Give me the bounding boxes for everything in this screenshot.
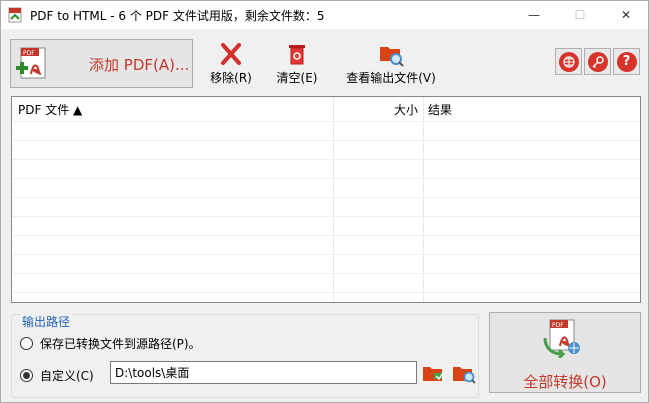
- title-bar: PDF to HTML - 6 个 PDF 文件试用版，剩余文件数：5 — ☐ …: [1, 1, 648, 29]
- row-divider: [12, 159, 640, 160]
- view-output-button[interactable]: 查看输出文件(V): [339, 41, 443, 86]
- add-pdf-button[interactable]: PDF 添加 PDF(A)...: [10, 39, 193, 88]
- remove-button[interactable]: 移除(R): [206, 41, 256, 86]
- help-icon: ?: [616, 51, 637, 72]
- row-divider: [12, 254, 640, 255]
- folder-search-icon: [380, 47, 404, 67]
- help-button[interactable]: ?: [613, 48, 640, 75]
- clear-button[interactable]: 清空(E): [272, 41, 322, 86]
- maximize-button[interactable]: ☐: [557, 1, 603, 29]
- custom-path-option[interactable]: 自定义(C): [20, 367, 94, 384]
- output-path-group: 输出路径 保存已转换文件到源路径(P)。 自定义(C): [11, 313, 479, 398]
- source-path-radio[interactable]: [20, 337, 33, 350]
- column-header-result[interactable]: 结果: [428, 101, 452, 118]
- column-header-size[interactable]: 大小: [334, 101, 418, 118]
- convert-all-button[interactable]: PDF 全部转换(O): [489, 312, 641, 393]
- minimize-button[interactable]: —: [511, 1, 557, 29]
- svg-text:PDF: PDF: [23, 50, 35, 57]
- row-divider: [12, 121, 640, 122]
- view-output-label: 查看输出文件(V): [346, 71, 436, 85]
- source-path-label: 保存已转换文件到源路径(P)。: [40, 337, 201, 351]
- maximize-icon: ☐: [574, 8, 586, 22]
- column-divider: [333, 97, 334, 302]
- remove-x-icon: [221, 43, 241, 65]
- globe-icon: [558, 51, 579, 72]
- trash-icon: [289, 45, 305, 65]
- svg-text:PDF: PDF: [552, 322, 564, 329]
- clear-label: 清空(E): [276, 71, 318, 85]
- folder-open-icon[interactable]: [452, 362, 476, 384]
- folder-browse-icon[interactable]: [422, 362, 446, 384]
- custom-path-input[interactable]: [110, 361, 417, 384]
- file-list-header: PDF 文件 ▲ 大小 结果: [12, 97, 640, 121]
- close-icon: ✕: [620, 8, 632, 22]
- custom-path-radio[interactable]: [20, 369, 33, 382]
- file-list[interactable]: PDF 文件 ▲ 大小 结果: [11, 96, 641, 303]
- output-path-title: 输出路径: [20, 313, 73, 330]
- key-icon: [587, 51, 608, 72]
- row-divider: [12, 197, 640, 198]
- window-title: PDF to HTML - 6 个 PDF 文件试用版，剩余文件数：5: [30, 9, 325, 23]
- column-divider: [423, 97, 424, 302]
- minimize-icon: —: [528, 8, 540, 22]
- app-icon: [8, 7, 22, 23]
- row-divider: [12, 292, 640, 293]
- pdf-add-icon: PDF: [16, 47, 46, 79]
- column-header-pdf-file[interactable]: PDF 文件 ▲: [18, 101, 82, 118]
- remove-label: 移除(R): [210, 71, 252, 85]
- add-pdf-label: 添加 PDF(A)...: [89, 56, 190, 74]
- website-button[interactable]: [555, 48, 582, 75]
- source-path-option[interactable]: 保存已转换文件到源路径(P)。: [20, 335, 201, 352]
- pdf-convert-icon: PDF: [543, 319, 580, 358]
- radio-selected-dot: [23, 372, 30, 379]
- row-divider: [12, 273, 640, 274]
- row-divider: [12, 216, 640, 217]
- row-divider: [12, 140, 640, 141]
- close-button[interactable]: ✕: [603, 1, 649, 29]
- custom-path-label: 自定义(C): [40, 369, 94, 383]
- convert-all-label: 全部转换(O): [523, 373, 607, 391]
- app-window: PDF to HTML - 6 个 PDF 文件试用版，剩余文件数：5 — ☐ …: [0, 0, 649, 403]
- register-button[interactable]: [584, 48, 611, 75]
- row-divider: [12, 178, 640, 179]
- row-divider: [12, 235, 640, 236]
